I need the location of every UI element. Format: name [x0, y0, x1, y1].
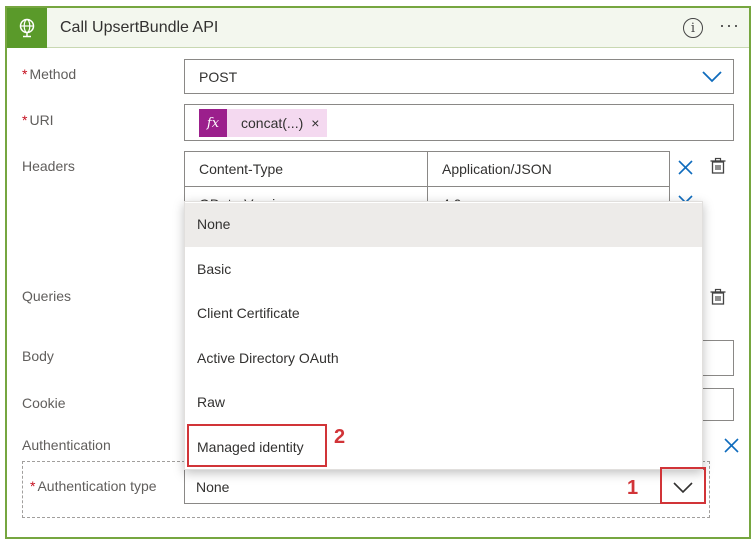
queries-label: Queries	[22, 288, 72, 304]
option-active-directory-oauth[interactable]: Active Directory OAuth	[185, 337, 702, 381]
info-icon[interactable]: i	[683, 18, 703, 38]
chevron-down-icon	[702, 71, 722, 83]
option-basic[interactable]: Basic	[185, 248, 702, 292]
token-label: concat(...)	[241, 115, 304, 131]
uri-input[interactable]: fx concat(...) ×	[184, 104, 734, 141]
authentication-type-label: * Authentication type	[30, 478, 157, 494]
action-header[interactable]: Call UpsertBundle API i ···	[7, 8, 749, 48]
remove-token-icon[interactable]: ×	[311, 115, 327, 131]
body-label: Body	[22, 348, 54, 364]
remove-authentication-icon[interactable]	[724, 438, 739, 453]
uri-label: * URI	[22, 112, 54, 128]
method-value: POST	[199, 69, 238, 85]
annotation-highlight-dropdown-chevron	[660, 467, 706, 504]
header-key-input[interactable]: Content-Type	[184, 151, 428, 187]
annotation-step-1: 1	[627, 477, 639, 499]
trash-icon[interactable]	[709, 288, 727, 306]
header-value-input[interactable]: Application/JSON	[427, 151, 670, 187]
globe-icon	[7, 8, 47, 48]
delete-row-icon[interactable]	[678, 160, 693, 175]
cookie-label: Cookie	[22, 395, 66, 411]
method-label: * Method	[22, 66, 77, 82]
trash-icon[interactable]	[709, 157, 727, 175]
option-client-certificate[interactable]: Client Certificate	[185, 292, 702, 336]
authentication-type-value: None	[196, 479, 230, 495]
more-options-icon[interactable]: ···	[719, 15, 740, 36]
option-raw[interactable]: Raw	[185, 381, 702, 425]
fx-icon: fx	[199, 109, 227, 137]
headers-label: Headers	[22, 158, 75, 174]
option-none[interactable]: None	[185, 203, 702, 247]
method-dropdown[interactable]: POST	[184, 59, 734, 94]
annotation-step-2: 2	[334, 426, 346, 448]
authentication-label: Authentication	[22, 437, 111, 453]
action-title[interactable]: Call UpsertBundle API	[60, 19, 218, 37]
annotation-highlight-managed-identity	[187, 424, 327, 467]
expression-token[interactable]: fx concat(...) ×	[199, 109, 328, 137]
